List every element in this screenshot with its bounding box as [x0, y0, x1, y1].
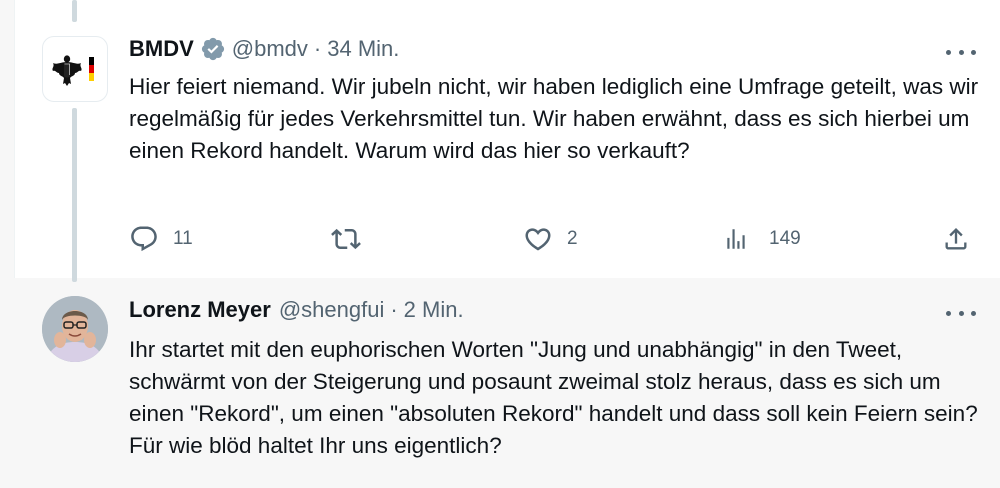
- reply-text: Ihr startet mit den euphorischen Worten …: [129, 337, 978, 458]
- verified-badge-icon: [201, 37, 224, 61]
- tweet-header: BMDV @bmdv · 34 Min.: [129, 36, 399, 62]
- lorenz-avatar[interactable]: [42, 296, 108, 362]
- share-icon: [945, 228, 967, 250]
- views-count: 149: [769, 228, 801, 249]
- profile-photo: [42, 296, 108, 362]
- thread-line-top: [72, 0, 77, 22]
- separator-dot: ·: [390, 297, 398, 322]
- reply-author-handle[interactable]: @shengfui: [279, 297, 385, 323]
- thread-line-end: [72, 268, 77, 282]
- views-icon: [727, 229, 745, 249]
- reply-header: Lorenz Meyer @shengfui · 2 Min.: [129, 297, 464, 323]
- reply-timestamp[interactable]: 2 Min.: [404, 297, 464, 323]
- more-icon[interactable]: [946, 42, 976, 62]
- like-button[interactable]: 2: [523, 224, 578, 254]
- reply-button[interactable]: 11: [129, 224, 193, 254]
- federal-eagle-logo: [52, 55, 94, 86]
- retweet-icon: [331, 228, 361, 250]
- thread-line-connector: [72, 108, 77, 278]
- reply-author-name[interactable]: Lorenz Meyer: [129, 297, 271, 323]
- tweet-text: Hier feiert niemand. Wir jubeln nicht, w…: [129, 74, 979, 163]
- like-count: 2: [567, 228, 578, 249]
- share-button[interactable]: [942, 224, 970, 254]
- tweet-timestamp[interactable]: 34 Min.: [327, 36, 399, 62]
- author-name[interactable]: BMDV: [129, 36, 194, 62]
- separator-dot: ·: [313, 36, 322, 61]
- tweet-bmdv[interactable]: BMDV @bmdv · 34 Min. Hier feiert niemand…: [0, 0, 1000, 278]
- tweet-actions: 11 2 149: [129, 224, 974, 258]
- like-icon: [525, 228, 551, 251]
- bmdv-avatar[interactable]: [42, 36, 108, 102]
- more-icon[interactable]: [946, 303, 976, 323]
- reply-count: 11: [173, 228, 193, 249]
- views-button[interactable]: 149: [723, 224, 801, 254]
- reply-icon: [131, 226, 157, 252]
- tweet-thread: BMDV @bmdv · 34 Min. Hier feiert niemand…: [0, 0, 1000, 488]
- author-handle[interactable]: @bmdv: [232, 36, 308, 62]
- retweet-button[interactable]: [329, 224, 363, 254]
- left-gutter: [0, 0, 15, 278]
